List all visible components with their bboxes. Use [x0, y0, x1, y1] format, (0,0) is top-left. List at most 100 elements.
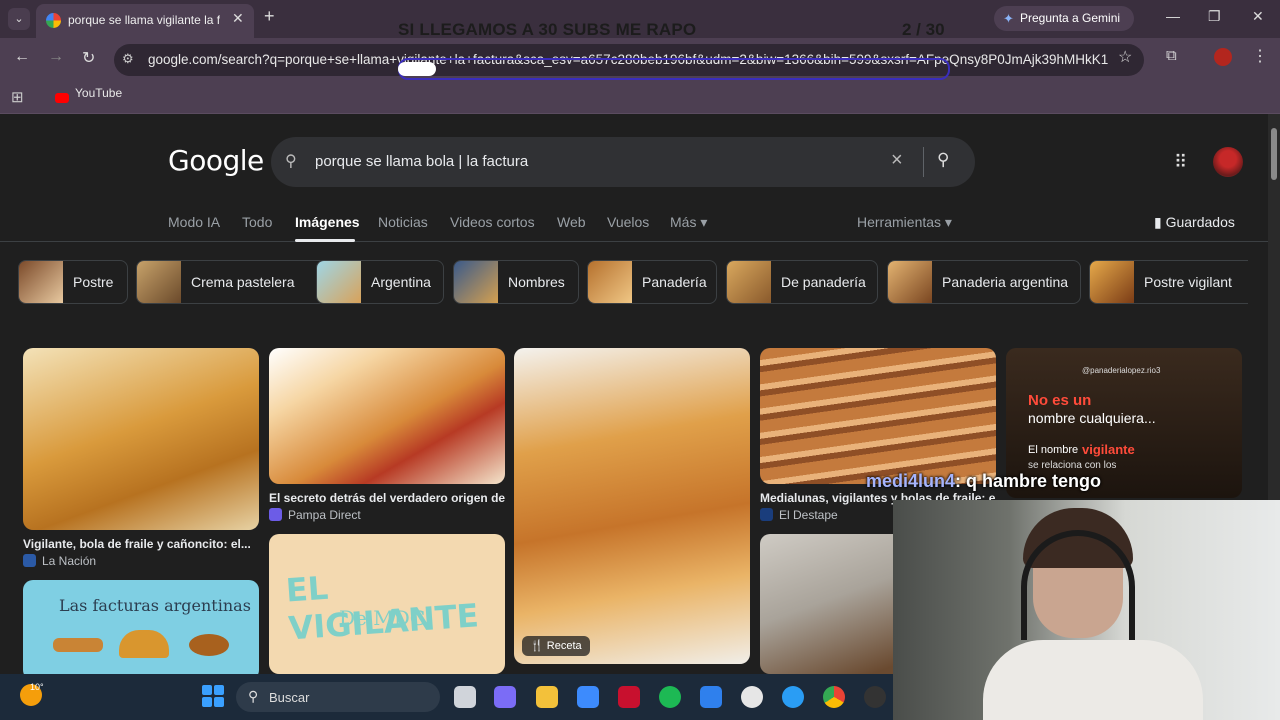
- chip-postre[interactable]: Postre: [18, 260, 128, 304]
- teams-icon[interactable]: [494, 686, 516, 708]
- account-avatar[interactable]: [1213, 147, 1243, 177]
- tab-noticias[interactable]: Noticias: [378, 214, 428, 230]
- clear-icon[interactable]: ×: [891, 149, 903, 172]
- chip-thumb: [888, 261, 932, 303]
- tab-title: porque se llama vigilante la fac: [68, 13, 220, 27]
- mcafee-icon[interactable]: [618, 686, 640, 708]
- chip-nombres[interactable]: Nombres: [453, 260, 579, 304]
- headset-icon: [1021, 530, 1135, 640]
- tab-todo[interactable]: Todo: [242, 214, 272, 230]
- chat-text: : q hambre tengo: [955, 471, 1102, 491]
- minimize-icon[interactable]: —: [1166, 8, 1180, 24]
- obs-icon[interactable]: [864, 686, 886, 708]
- spotify-icon[interactable]: [659, 686, 681, 708]
- result-title[interactable]: El secreto detrás del verdadero origen d…: [269, 491, 505, 505]
- chip-panaderia-argentina[interactable]: Panaderia argentina: [887, 260, 1081, 304]
- chip-thumb: [1090, 261, 1134, 303]
- scrollbar-thumb[interactable]: [1271, 128, 1277, 180]
- site-info-icon[interactable]: ⚙: [122, 51, 134, 67]
- help-icon[interactable]: [782, 686, 804, 708]
- store-icon[interactable]: [577, 686, 599, 708]
- tile-text: EL VIGILANTE: [284, 568, 480, 648]
- tab-bar: ⌄ porque se llama vigilante la fac ✕ + S…: [0, 0, 1280, 39]
- overlay-progress-fill: [398, 62, 436, 76]
- chip-crema-pastelera[interactable]: Crema pastelera: [136, 260, 326, 304]
- el-destape-icon: [760, 508, 773, 521]
- taskbar-search[interactable]: ⚲ Buscar: [236, 682, 440, 712]
- search-icon: ⚲: [285, 153, 297, 170]
- search-submit-icon[interactable]: ⚲: [937, 150, 949, 170]
- more-menu-icon[interactable]: ⋮: [1252, 46, 1268, 66]
- tab-modo-ia[interactable]: Modo IA: [168, 214, 220, 230]
- forward-icon[interactable]: →: [48, 48, 64, 66]
- close-window-icon[interactable]: ✕: [1252, 8, 1264, 25]
- weather-temp: 10°: [30, 682, 44, 692]
- la-nacion-icon: [23, 554, 36, 567]
- file-explorer-icon[interactable]: [536, 686, 558, 708]
- image-result[interactable]: [760, 348, 996, 484]
- pastry-shape: [189, 634, 229, 656]
- image-result[interactable]: [269, 348, 505, 484]
- extensions-icon[interactable]: ⧉: [1166, 47, 1177, 64]
- tab-close-icon[interactable]: ✕: [232, 10, 244, 27]
- tab-vuelos[interactable]: Vuelos: [607, 214, 649, 230]
- maximize-icon[interactable]: ❐: [1208, 8, 1221, 25]
- image-result[interactable]: [23, 348, 259, 530]
- search-query[interactable]: porque se llama bola | la factura: [315, 153, 528, 170]
- chip-argentina[interactable]: Argentina: [316, 260, 444, 304]
- tab-web[interactable]: Web: [557, 214, 586, 230]
- gemini-button[interactable]: ✦ Pregunta a Gemini: [994, 6, 1134, 31]
- tile-text: se relaciona con los: [1028, 460, 1117, 471]
- tab-imagenes[interactable]: Imágenes: [295, 214, 360, 230]
- tab-search-button[interactable]: ⌄: [8, 8, 30, 30]
- refinement-chips: Postre Crema pastelera Argentina Nombres…: [18, 260, 1248, 304]
- todo-icon[interactable]: [700, 686, 722, 708]
- chrome-icon[interactable]: [823, 686, 845, 708]
- pastry-shape: [119, 630, 169, 658]
- tile-text: No es un: [1028, 392, 1092, 409]
- gemini-label: Pregunta a Gemini: [1020, 11, 1121, 25]
- stream-overlay-count: 2 / 30: [902, 20, 945, 39]
- chip-panaderia[interactable]: Panadería: [587, 260, 717, 304]
- webcam-person-body: [983, 640, 1203, 720]
- tile-text: Las facturas argentinas: [59, 596, 251, 615]
- image-result[interactable]: Las facturas argentinas: [23, 580, 259, 674]
- result-source[interactable]: La Nación: [23, 554, 96, 568]
- result-source[interactable]: El Destape: [760, 508, 838, 522]
- google-logo[interactable]: Google: [168, 144, 264, 177]
- bookmarks-bar: ⊞: [0, 82, 1280, 114]
- tab-videos-cortos[interactable]: Videos cortos: [450, 214, 535, 230]
- tools-menu[interactable]: Herramientas ▾: [857, 214, 952, 231]
- bookmark-star-icon[interactable]: ☆: [1118, 47, 1132, 67]
- chip-de-panaderia[interactable]: De panadería: [726, 260, 878, 304]
- saved-label: Guardados: [1165, 214, 1235, 230]
- windows-start-icon[interactable]: [202, 685, 224, 707]
- back-icon[interactable]: ←: [14, 48, 30, 66]
- image-result[interactable]: 🍴 Receta: [514, 348, 750, 664]
- search-input[interactable]: ⚲ porque se llama bola | la factura × ⚲: [271, 137, 975, 187]
- bookmark-youtube[interactable]: YouTube: [75, 86, 122, 100]
- google-apps-icon[interactable]: ⠿: [1174, 152, 1187, 173]
- apps-grid-icon[interactable]: ⊞: [11, 88, 24, 106]
- search-tabs: Modo IA Todo Imágenes Noticias Videos co…: [0, 206, 1268, 242]
- tile-text: El nombre: [1028, 444, 1079, 456]
- chat-username: medi4lun4: [866, 471, 956, 491]
- profile-avatar[interactable]: [1214, 48, 1232, 66]
- new-tab-button[interactable]: +: [264, 6, 275, 27]
- google-favicon-icon: [46, 13, 61, 28]
- browser-tab[interactable]: porque se llama vigilante la fac ✕: [36, 4, 254, 38]
- task-view-icon[interactable]: [454, 686, 476, 708]
- image-result[interactable]: EL VIGILANTE De MDG: [269, 534, 505, 674]
- tab-mas[interactable]: Más ▾: [670, 214, 707, 231]
- clock-icon[interactable]: [741, 686, 763, 708]
- result-title[interactable]: Vigilante, bola de fraile y cañoncito: e…: [23, 537, 259, 551]
- reload-icon[interactable]: ↻: [82, 48, 95, 68]
- chip-postre-vigilante[interactable]: Postre vigilant: [1089, 260, 1248, 304]
- pastry-shape: [53, 638, 103, 652]
- result-source[interactable]: Pampa Direct: [269, 508, 361, 522]
- chip-thumb: [137, 261, 181, 303]
- tile-text: De MDG: [339, 606, 426, 630]
- chip-thumb: [588, 261, 632, 303]
- recipe-badge: 🍴 Receta: [522, 636, 590, 656]
- saved-button[interactable]: ▮ Guardados: [1154, 214, 1235, 231]
